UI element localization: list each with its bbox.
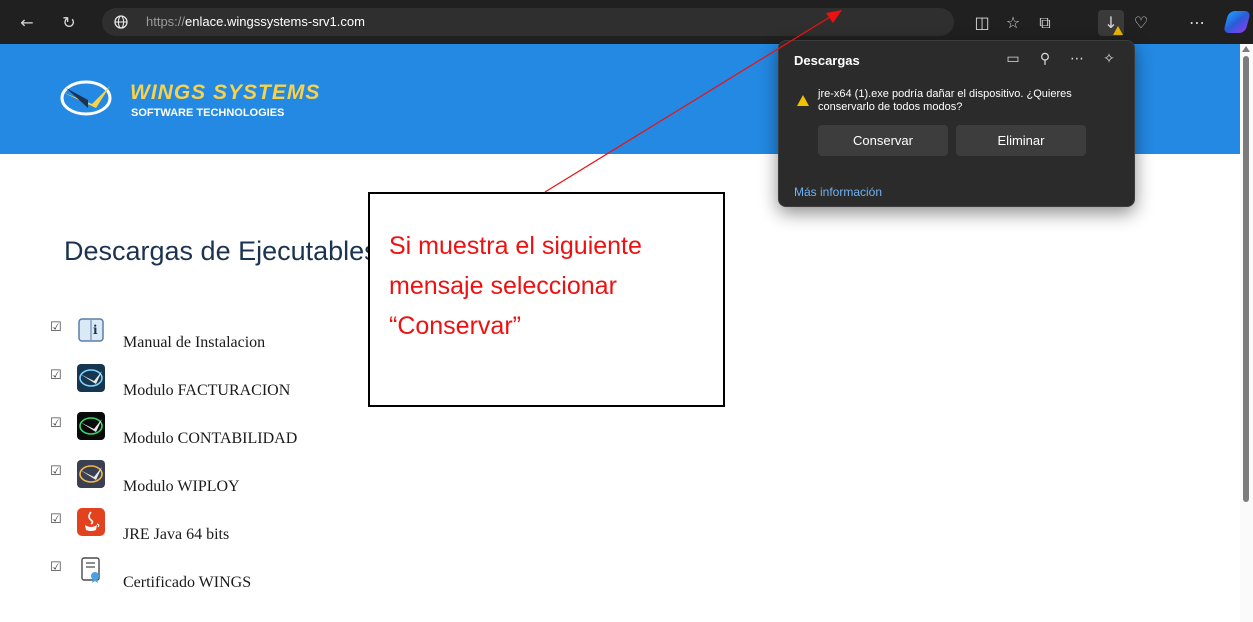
- list-item-contabilidad[interactable]: ☑ Modulo CONTABILIDAD: [50, 412, 450, 452]
- logo-subtitle: SOFTWARE TECHNOLOGIES: [131, 107, 285, 119]
- url-scheme: https://: [146, 14, 186, 29]
- certificate-icon: [81, 557, 100, 583]
- wings-logo-icon: [60, 80, 112, 116]
- more-icon[interactable]: ⋯: [1184, 10, 1210, 36]
- favorites-icon[interactable]: ☆: [1000, 10, 1026, 36]
- annotation-callout: Si muestra el siguiente mensaje seleccio…: [368, 192, 725, 407]
- wings-contabilidad-icon: [77, 412, 105, 440]
- info-book-icon: i: [78, 318, 104, 342]
- scroll-up-icon[interactable]: [1242, 46, 1250, 52]
- logo-title: WINGS SYSTEMS: [130, 81, 321, 104]
- page-title: Descargas de Ejecutables: [64, 236, 378, 266]
- url-text: https://enlace.wingssystems-srv1.com: [146, 14, 365, 29]
- annotation-line-1: Si muestra el siguiente: [389, 232, 642, 260]
- address-bar[interactable]: https://enlace.wingssystems-srv1.com: [102, 8, 954, 36]
- url-host: enlace.wingssystems-srv1.com: [185, 14, 365, 29]
- item-label[interactable]: Modulo CONTABILIDAD: [123, 430, 297, 448]
- item-label[interactable]: Certificado WINGS: [123, 574, 251, 592]
- checkbox-icon: ☑: [50, 416, 62, 431]
- split-screen-icon[interactable]: ◫: [969, 10, 995, 36]
- copilot-icon[interactable]: [1223, 11, 1251, 33]
- annotation-text: Si muestra el siguiente mensaje seleccio…: [389, 226, 719, 346]
- pin-icon[interactable]: ✧: [1098, 49, 1120, 69]
- warning-badge-icon: [1113, 26, 1123, 35]
- browser-toolbar: ← ↻ https://enlace.wingssystems-srv1.com…: [0, 0, 1253, 44]
- svg-text:i: i: [93, 323, 98, 337]
- downloads-icon[interactable]: ↓: [1098, 10, 1124, 36]
- more-options-icon[interactable]: ⋯: [1066, 49, 1088, 69]
- checkbox-icon: ☑: [50, 512, 62, 527]
- scroll-thumb[interactable]: [1243, 56, 1249, 502]
- list-item-java[interactable]: ☑ JRE Java 64 bits: [50, 508, 450, 548]
- downloads-panel: Descargas ▭ ⚲ ⋯ ✧ jre-x64 (1).exe podría…: [778, 40, 1135, 207]
- refresh-icon[interactable]: ↻: [56, 10, 82, 36]
- download-warning-text: jre-x64 (1).exe podría dañar el disposit…: [818, 88, 1072, 113]
- globe-icon: [114, 15, 128, 29]
- keep-button[interactable]: Conservar: [818, 125, 948, 156]
- delete-button[interactable]: Eliminar: [956, 125, 1086, 156]
- wings-facturacion-icon: [77, 364, 105, 392]
- browser-essentials-icon[interactable]: ♡: [1128, 10, 1154, 36]
- item-label[interactable]: Modulo WIPLOY: [123, 478, 240, 496]
- item-label[interactable]: Manual de Instalacion: [123, 334, 265, 352]
- checkbox-icon: ☑: [50, 464, 62, 479]
- checkbox-icon: ☑: [50, 320, 62, 335]
- back-icon[interactable]: ←: [14, 10, 40, 36]
- list-item-certificado[interactable]: ☑ Certificado WINGS: [50, 556, 450, 596]
- item-label[interactable]: Modulo FACTURACION: [123, 382, 290, 400]
- checkbox-icon: ☑: [50, 560, 62, 575]
- collections-icon[interactable]: ⧉: [1032, 10, 1058, 36]
- annotation-line-3: “Conservar”: [389, 312, 521, 340]
- annotation-line-2: mensaje seleccionar: [389, 272, 617, 300]
- checkbox-icon: ☑: [50, 368, 62, 383]
- warning-icon: [797, 95, 809, 106]
- list-item-wiploy[interactable]: ☑ Modulo WIPLOY: [50, 460, 450, 500]
- downloads-panel-title: Descargas: [794, 53, 860, 68]
- java-icon: [77, 508, 105, 536]
- open-folder-icon[interactable]: ▭: [1002, 49, 1024, 69]
- more-info-link[interactable]: Más información: [794, 185, 882, 199]
- item-label[interactable]: JRE Java 64 bits: [123, 526, 229, 544]
- wings-wiploy-icon: [77, 460, 105, 488]
- page-scrollbar[interactable]: [1240, 44, 1253, 622]
- search-icon[interactable]: ⚲: [1034, 49, 1056, 69]
